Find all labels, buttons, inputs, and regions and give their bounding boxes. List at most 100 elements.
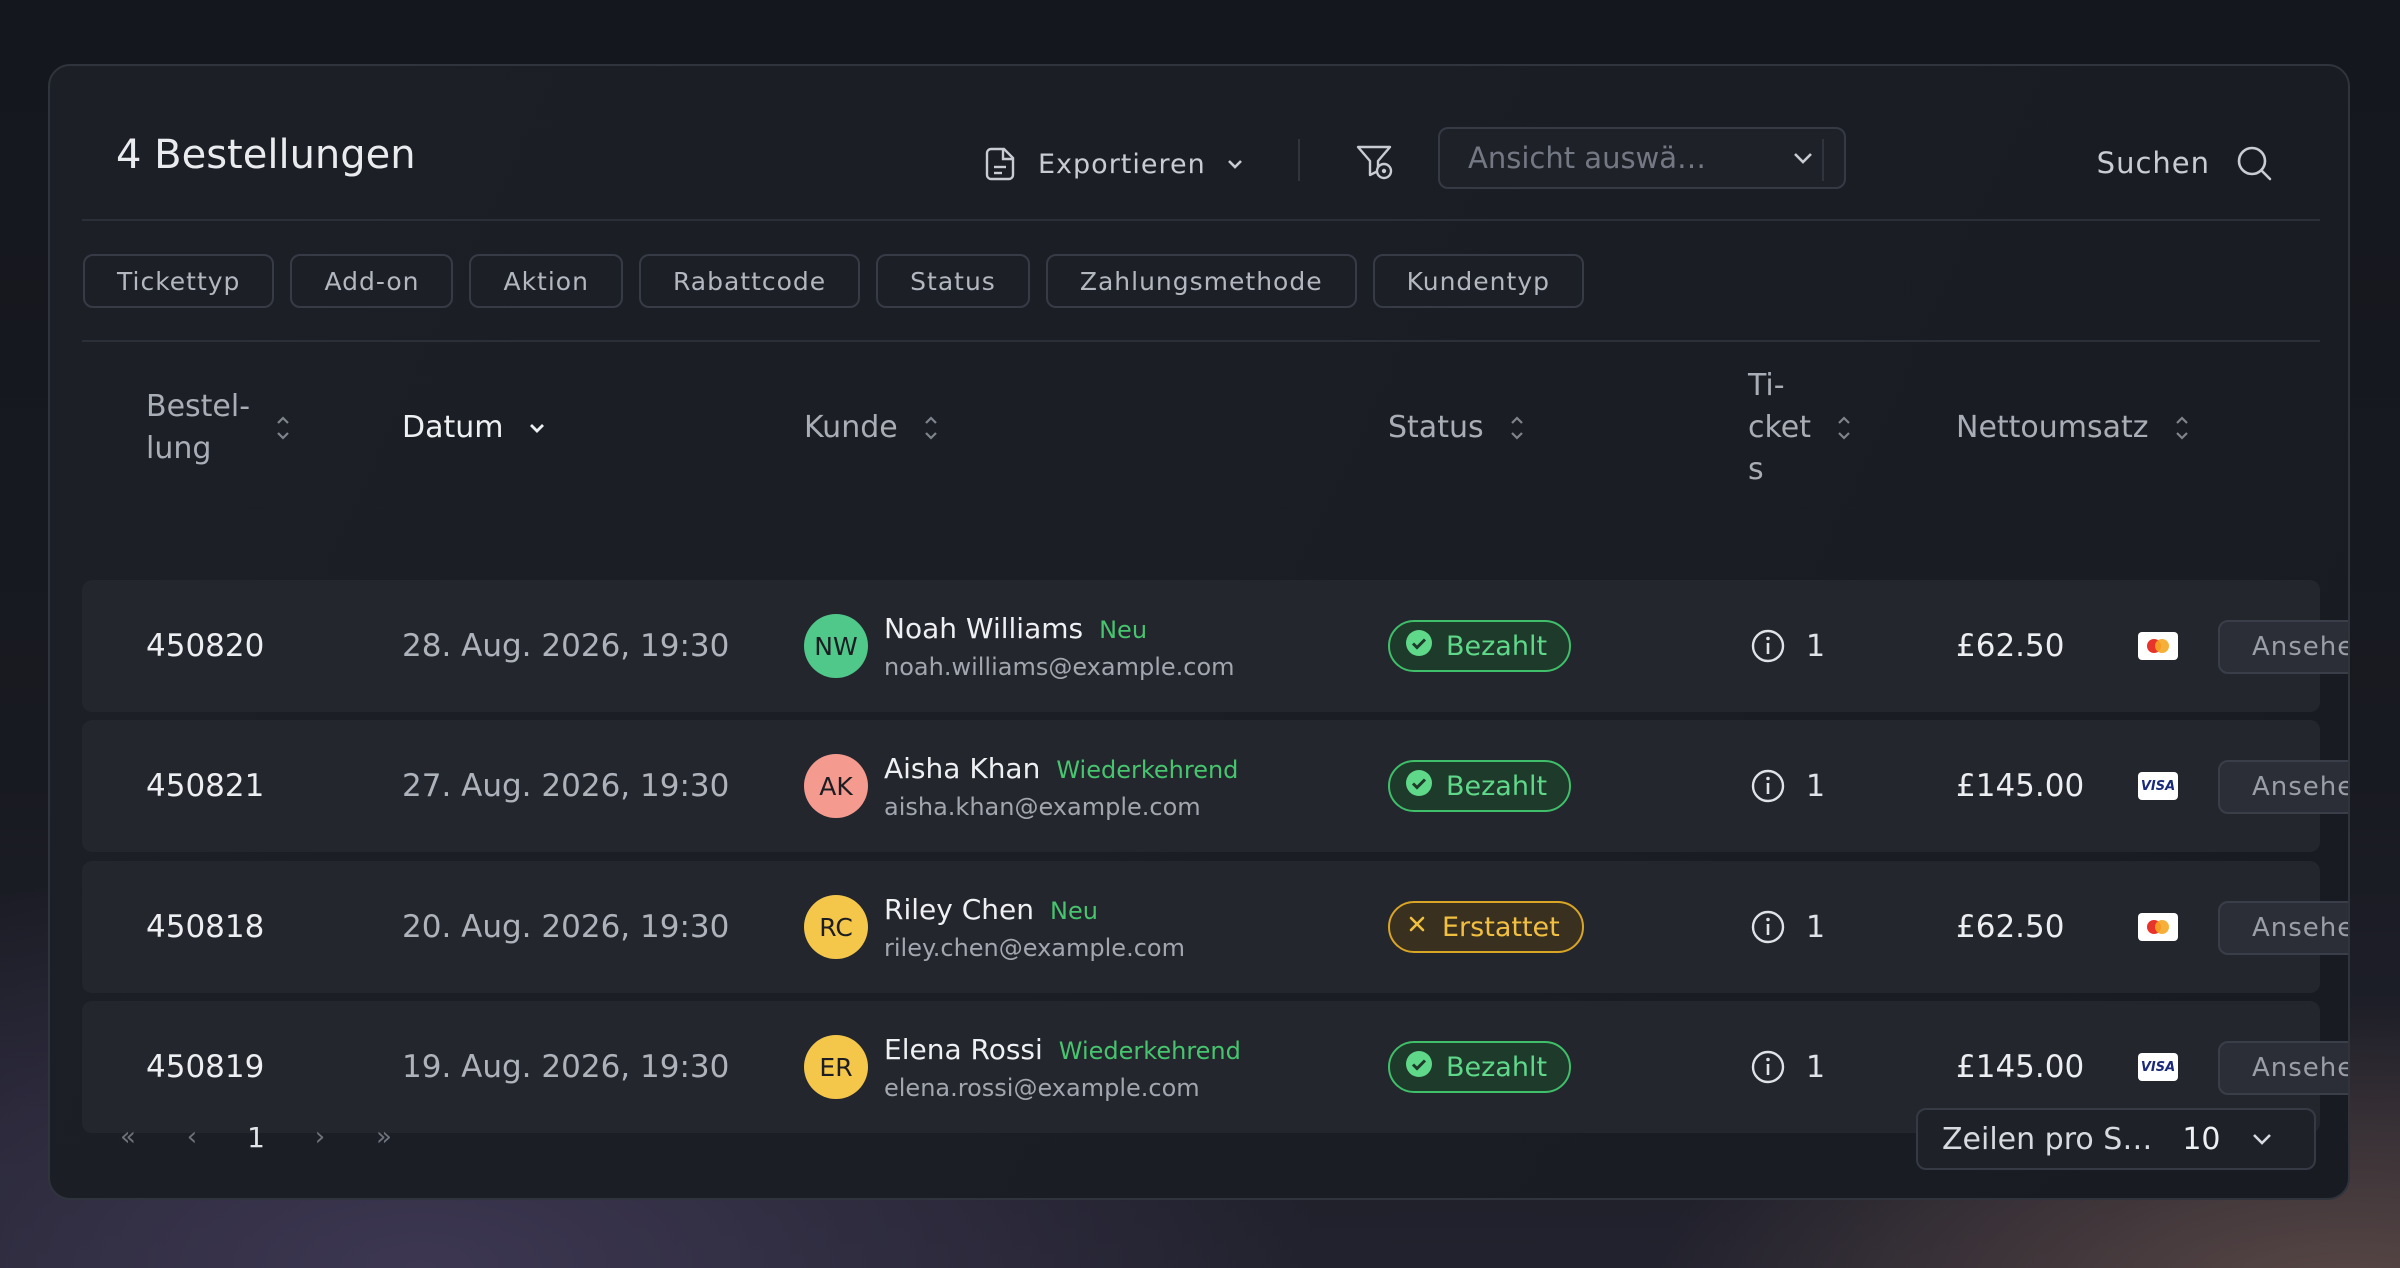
status-badge: Bezahlt xyxy=(1388,760,1572,812)
export-label: Exportieren xyxy=(1038,148,1206,180)
column-header-label: Kunde xyxy=(804,410,898,445)
filter-chip-zahlungsmethode[interactable]: Zahlungsmethode xyxy=(1045,254,1357,308)
status-badge: Bezahlt xyxy=(1388,1041,1572,1093)
column-header-label: Status xyxy=(1388,410,1484,445)
customer-email: elena.rossi@example.com xyxy=(884,1073,1200,1102)
view-order-button[interactable]: Ansehen xyxy=(2218,620,2348,674)
column-header-tickets[interactable]: Ti- cket s xyxy=(1748,342,1853,514)
status-label: Bezahlt xyxy=(1446,770,1548,802)
status-badge: Bezahlt xyxy=(1388,620,1572,672)
status-label: Bezahlt xyxy=(1446,630,1548,662)
table-header: Bestel- lung Datum Kunde Status Ti- cket… xyxy=(82,342,2320,514)
toolbar-divider xyxy=(1822,139,1824,181)
rows-per-page-value: 10 xyxy=(2182,1121,2221,1157)
sort-icon xyxy=(1510,416,1523,440)
pagination: « ‹ 1 › » xyxy=(96,1114,416,1160)
customer-name: Elena Rossi xyxy=(884,1032,1043,1066)
ticket-count: 1 xyxy=(1806,909,1826,945)
next-page-button[interactable]: › xyxy=(288,1114,352,1160)
x-icon xyxy=(1404,911,1430,944)
ticket-count: 1 xyxy=(1806,1049,1826,1085)
export-button[interactable]: Exportieren xyxy=(982,136,1246,192)
search-label: Suchen xyxy=(2096,146,2210,180)
prev-page-button[interactable]: ‹ xyxy=(160,1114,224,1160)
avatar: ER xyxy=(804,1035,868,1099)
filter-settings-button[interactable] xyxy=(1350,138,1398,186)
filter-chip-add-on[interactable]: Add-on xyxy=(290,254,454,308)
info-icon[interactable] xyxy=(1750,628,1786,664)
info-icon[interactable] xyxy=(1750,768,1786,804)
column-header-net[interactable]: Nettoumsatz xyxy=(1956,342,2191,514)
header-divider xyxy=(82,219,2320,221)
tickets-cell: 1 xyxy=(1750,861,1825,993)
column-header-label: Datum xyxy=(402,410,504,445)
customer-type-tag: Neu xyxy=(1049,896,1098,925)
filter-chip-tickettyp[interactable]: Tickettyp xyxy=(83,254,275,308)
order-id: 450820 xyxy=(146,628,265,664)
rows-per-page-select[interactable]: Zeilen pro S… 10 xyxy=(1916,1108,2316,1170)
visa-logo-text: VISA xyxy=(2140,1059,2176,1075)
avatar: AK xyxy=(804,754,868,818)
sort-icon xyxy=(924,416,937,440)
visa-card-icon: VISA xyxy=(2138,1053,2178,1081)
view-order-button[interactable]: Ansehen xyxy=(2218,901,2348,955)
customer-type-tag: Wiederkehrend xyxy=(1058,1036,1241,1065)
sort-icon xyxy=(277,416,289,440)
customer-name: Aisha Khan xyxy=(884,751,1041,785)
table-row[interactable]: 450820 28. Aug. 2026, 19:30 NW Noah Will… xyxy=(82,580,2348,712)
column-header-customer[interactable]: Kunde xyxy=(804,342,940,514)
column-header-label: Ti- cket s xyxy=(1748,368,1812,487)
filter-chip-aktion[interactable]: Aktion xyxy=(469,254,623,308)
sort-desc-icon xyxy=(530,424,545,433)
search-button[interactable]: Suchen xyxy=(2097,137,2274,189)
check-circle-icon xyxy=(1404,628,1434,665)
customer-name: Noah Williams xyxy=(884,611,1084,645)
column-header-status[interactable]: Status xyxy=(1388,342,1526,514)
payment-method xyxy=(2138,861,2178,993)
order-id: 450821 xyxy=(146,768,265,804)
rows-per-page-label: Zeilen pro S… xyxy=(1942,1121,2153,1157)
info-icon[interactable] xyxy=(1750,909,1786,945)
visa-logo-text: VISA xyxy=(2140,778,2176,794)
customer-type-tag: Neu xyxy=(1099,615,1148,644)
view-select-input[interactable] xyxy=(1468,141,1768,175)
first-page-button[interactable]: « xyxy=(96,1114,160,1160)
customer-cell: AK Aisha Khan Wiederkehrend aisha.khan@e… xyxy=(804,720,1238,852)
order-id: 450818 xyxy=(146,909,265,945)
filter-chip-kundentyp[interactable]: Kundentyp xyxy=(1372,254,1584,308)
customer-email: aisha.khan@example.com xyxy=(884,792,1201,821)
status-label: Bezahlt xyxy=(1446,1051,1548,1083)
payment-method xyxy=(2138,580,2178,712)
tickets-cell: 1 xyxy=(1750,580,1825,712)
page-number[interactable]: 1 xyxy=(224,1114,288,1160)
status-cell: Erstattet xyxy=(1388,861,1584,993)
column-header-order[interactable]: Bestel- lung xyxy=(146,342,292,514)
filter-chip-rabattcode[interactable]: Rabattcode xyxy=(638,254,861,308)
mastercard-icon xyxy=(2138,913,2178,941)
customer-type-tag: Wiederkehrend xyxy=(1056,755,1239,784)
view-select[interactable] xyxy=(1438,127,1846,189)
customer-name: Riley Chen xyxy=(884,892,1034,926)
customer-cell: RC Riley Chen Neu riley.chen@example.com xyxy=(804,861,1185,993)
check-circle-icon xyxy=(1404,768,1434,805)
column-header-date[interactable]: Datum xyxy=(402,342,547,514)
search-icon xyxy=(2237,146,2272,181)
filter-chip-status[interactable]: Status xyxy=(876,254,1030,308)
view-order-button[interactable]: Ansehen xyxy=(2218,1041,2348,1095)
view-order-button[interactable]: Ansehen xyxy=(2218,760,2348,814)
payment-method: VISA xyxy=(2138,720,2178,852)
table-row[interactable]: 450821 27. Aug. 2026, 19:30 AK Aisha Kha… xyxy=(82,720,2348,852)
sort-icon xyxy=(2175,416,2188,440)
last-page-button[interactable]: » xyxy=(352,1114,416,1160)
customer-cell: ER Elena Rossi Wiederkehrend elena.rossi… xyxy=(804,1001,1241,1133)
info-icon[interactable] xyxy=(1750,1049,1786,1085)
table-row[interactable]: 450818 20. Aug. 2026, 19:30 RC Riley Che… xyxy=(82,861,2348,993)
sort-icon xyxy=(1838,416,1850,440)
ticket-count: 1 xyxy=(1806,628,1826,664)
status-badge: Erstattet xyxy=(1388,901,1584,953)
chevron-down-icon xyxy=(1794,153,1812,164)
order-date: 28. Aug. 2026, 19:30 xyxy=(402,628,730,664)
avatar: NW xyxy=(804,614,868,678)
customer-cell: NW Noah Williams Neu noah.williams@examp… xyxy=(804,580,1235,712)
check-circle-icon xyxy=(1404,1049,1434,1086)
